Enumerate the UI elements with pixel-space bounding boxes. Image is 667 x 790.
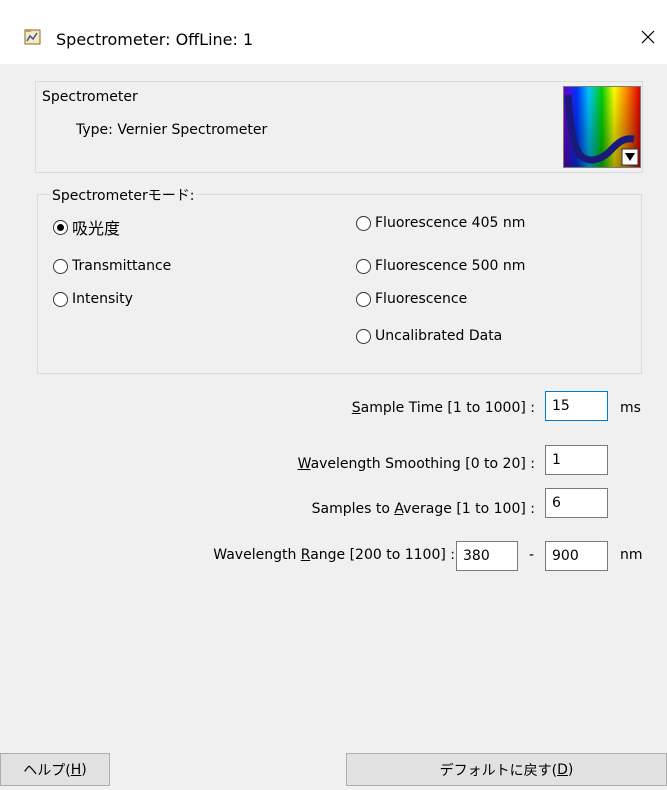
info-title: Spectrometer (42, 89, 138, 105)
radio-label: 吸光度 (72, 219, 121, 238)
radio-label: Uncalibrated Data (375, 328, 503, 344)
restore-defaults-button[interactable]: デフォルトに戻す(D) (346, 753, 667, 786)
sample-time-label: Sample Time [1 to 1000] : (351, 400, 535, 416)
smoothing-label: Wavelength Smoothing [0 to 20] : (297, 456, 535, 472)
mode-radio-absorbance[interactable]: 吸光度 (53, 215, 120, 239)
average-label: Samples to Average [1 to 100] : (311, 501, 535, 517)
radio-label: Transmittance (72, 258, 172, 274)
mode-radio-uncalibrated[interactable]: Uncalibrated Data (356, 328, 502, 344)
dialog-body: Spectrometer Type: Vernier Spectrometer … (0, 64, 667, 790)
radio-icon (53, 258, 68, 274)
range-unit: nm (620, 547, 643, 563)
help-button[interactable]: ヘルプ(H) (0, 753, 110, 786)
spectrometer-info-box: Spectrometer Type: Vernier Spectrometer (35, 81, 643, 173)
radio-icon (356, 258, 371, 274)
radio-icon (53, 291, 68, 307)
average-input[interactable] (545, 488, 608, 518)
mode-group: Spectrometerモード: 吸光度 Transmittance Inten… (37, 185, 642, 374)
close-button[interactable] (630, 20, 667, 54)
radio-label: Fluorescence 405 nm (375, 215, 526, 231)
range-label: Wavelength Range [200 to 1100] : (213, 547, 455, 563)
mode-radio-transmittance[interactable]: Transmittance (53, 258, 171, 274)
window-title: Spectrometer: OffLine: 1 (56, 30, 254, 49)
radio-label: Intensity (72, 291, 133, 307)
radio-icon (356, 291, 371, 307)
radio-label: Fluorescence 500 nm (375, 258, 526, 274)
sample-time-unit: ms (620, 400, 641, 416)
mode-radio-fluorescence[interactable]: Fluorescence (356, 291, 467, 307)
info-type: Type: Vernier Spectrometer (76, 122, 268, 138)
radio-icon (356, 328, 371, 344)
radio-selected-icon (53, 219, 68, 235)
close-icon (641, 30, 655, 44)
app-icon (24, 28, 42, 46)
smoothing-input[interactable] (545, 445, 608, 475)
spectrum-icon (564, 87, 640, 167)
range-separator: - (529, 547, 535, 563)
radio-label: Fluorescence (375, 291, 468, 307)
mode-radio-fluorescence-405[interactable]: Fluorescence 405 nm (356, 215, 525, 231)
radio-icon (356, 215, 371, 231)
sample-time-input[interactable] (545, 391, 608, 421)
spectrum-thumbnail-button[interactable] (563, 86, 641, 168)
title-bar: Spectrometer: OffLine: 1 (0, 0, 667, 64)
mode-group-legend: Spectrometerモード: (50, 185, 197, 205)
mode-radio-fluorescence-500[interactable]: Fluorescence 500 nm (356, 258, 525, 274)
range-max-input[interactable] (545, 541, 608, 571)
range-min-input[interactable] (456, 541, 518, 571)
mode-radio-intensity[interactable]: Intensity (53, 291, 133, 307)
